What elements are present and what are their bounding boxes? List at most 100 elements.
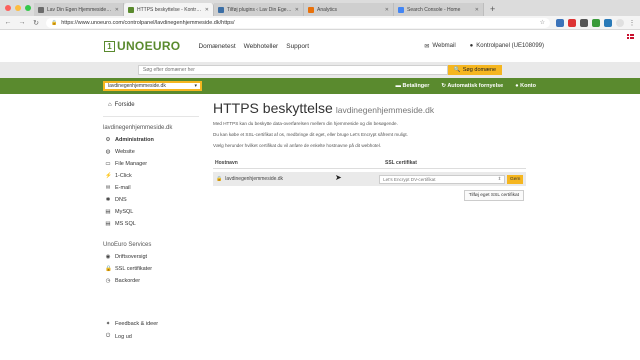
domain-search-input[interactable]: [137, 65, 448, 75]
table-header: Hostnavn SSL certifikat: [213, 158, 526, 169]
close-tab-icon[interactable]: ✕: [115, 7, 119, 13]
sidebar-item-e-mail[interactable]: ✉ E-mail: [103, 182, 203, 194]
content-area: ⌂ Forside lavdinegenhjemmeside.dk ⚙ Admin…: [0, 94, 640, 360]
sidebar-item-mysql[interactable]: ▤ MySQL: [103, 206, 203, 218]
extension-icon[interactable]: [568, 18, 576, 27]
sidebar-item-log-ud[interactable]: ⏻ Log ud: [103, 330, 158, 343]
back-icon[interactable]: ←: [4, 19, 12, 26]
sidebar-item-feedback-ideer[interactable]: ✦ Feedback & ideer: [103, 318, 158, 330]
extension-icon[interactable]: [592, 18, 600, 27]
sidebar: ⌂ Forside lavdinegenhjemmeside.dk ⚙ Admin…: [103, 94, 203, 360]
close-tab-icon[interactable]: ✕: [205, 7, 209, 13]
domain-select-value: lavdinegenhjemmeside.dk: [108, 83, 166, 89]
sidebar-item-forside[interactable]: ⌂ Forside: [103, 98, 199, 117]
tab-title: HTTPS beskyttelse - Kontrolp...: [137, 6, 202, 13]
close-window-button[interactable]: [5, 5, 11, 11]
save-button[interactable]: Gem: [507, 174, 523, 184]
unoeuro-logo[interactable]: 1 UNOEURO: [104, 39, 180, 53]
favicon-icon: [38, 6, 44, 13]
browser-tab[interactable]: Tilføj plugins ‹ Lav Din Egen H... ✕: [214, 3, 304, 16]
webmail-label: Webmail: [432, 43, 456, 49]
sidebar-item-ssl-certifikater[interactable]: 🔒 SSL certifikater: [103, 263, 203, 275]
automatisk-fornyelse-link[interactable]: ↻ Automatisk fornyelse: [441, 83, 503, 89]
sidebar-item-label: Administration: [115, 137, 154, 143]
betalinger-label: Betalinger: [402, 83, 430, 89]
sidebar-item-driftsoversigt[interactable]: ◉ Driftsoversigt: [103, 251, 203, 263]
search-domain-label: Søg domæne: [462, 67, 497, 73]
sidebar-item-label: Forside: [114, 102, 135, 108]
globe-icon: ◍: [105, 149, 111, 155]
konto-link[interactable]: ● Konto: [515, 83, 536, 89]
lock-icon: 🔒: [216, 176, 223, 182]
chevron-down-icon: ▾: [194, 83, 197, 89]
sidebar-item-label: Driftsoversigt: [115, 254, 148, 260]
page-title: HTTPS beskyttelse lavdinegenhjemmeside.dk: [213, 100, 526, 116]
search-domain-button[interactable]: 🔍 Søg domæne: [447, 65, 503, 75]
url-bar[interactable]: 🔒 https://www.unoeuro.com/controlpanel/l…: [46, 17, 550, 28]
url-text[interactable]: https://www.unoeuro.com/controlpanel/lav…: [61, 20, 234, 26]
close-tab-icon[interactable]: ✕: [295, 7, 299, 13]
extension-icon[interactable]: [604, 18, 612, 27]
browser-tab-bar: Lav Din Egen Hjemmeside Mo... ✕ HTTPS besk…: [0, 0, 640, 16]
browser-tab[interactable]: Search Console - Home ✕: [394, 3, 484, 16]
account-bar: lavdinegenhjemmeside.dk ▾ ▬ Betalinger ↻…: [0, 78, 640, 94]
ssl-certificate-select[interactable]: Let's Encrypt DV-certifikat ⇕: [379, 174, 506, 184]
favicon-icon: [218, 6, 224, 13]
page-title-text: HTTPS beskyttelse: [213, 100, 333, 116]
sidebar-item-backorder[interactable]: ◷ Backorder: [103, 275, 203, 287]
forward-icon[interactable]: →: [18, 19, 26, 26]
sidebar-item-label: Log ud: [115, 333, 132, 340]
envelope-icon: ✉: [105, 185, 111, 191]
betalinger-link[interactable]: ▬ Betalinger: [395, 83, 429, 89]
search-icon: 🔍: [453, 67, 461, 73]
add-own-ssl-button[interactable]: Tilføj eget SSL certifikat: [463, 190, 524, 201]
reload-icon[interactable]: ↻: [32, 19, 40, 27]
sidebar-item-label: Website: [115, 149, 135, 155]
extension-icons: ⋮: [556, 18, 636, 27]
sidebar-item-website[interactable]: ◍ Website: [103, 146, 203, 158]
sidebar-item-label: DNS: [115, 197, 127, 203]
profile-avatar[interactable]: [616, 18, 624, 27]
address-bar-row: ← → ↻ 🔒 https://www.unoeuro.com/controlp…: [0, 16, 640, 30]
sidebar-item-administration[interactable]: ⚙ Administration: [103, 134, 203, 146]
main-nav: Domænetest Webhoteller Support: [198, 43, 309, 50]
main-nav-link[interactable]: Support: [286, 43, 309, 50]
maximize-window-button[interactable]: [25, 5, 31, 11]
sidebar-item-ms-sql[interactable]: ▤ MS SQL: [103, 218, 203, 230]
domain-select[interactable]: lavdinegenhjemmeside.dk ▾: [103, 81, 202, 91]
extension-icon[interactable]: [580, 18, 588, 27]
menu-dots-icon[interactable]: ⋮: [628, 19, 636, 27]
favicon-icon: [398, 6, 404, 13]
lightbulb-icon: ✦: [105, 321, 111, 327]
envelope-icon: ✉: [424, 43, 430, 50]
account-nav: ▬ Betalinger ↻ Automatisk fornyelse ● Ko…: [395, 83, 536, 89]
browser-tab[interactable]: Analytics ✕: [304, 3, 394, 16]
new-tab-button[interactable]: +: [484, 3, 501, 16]
column-header-ssl: SSL certifikat: [385, 160, 417, 166]
sidebar-item-file-manager[interactable]: ▭ File Manager: [103, 158, 203, 170]
sidebar-item-dns[interactable]: ✱ DNS: [103, 194, 203, 206]
sidebar-item-label: MySQL: [115, 209, 134, 215]
minimize-window-button[interactable]: [15, 5, 21, 11]
lock-icon: 🔒: [51, 19, 58, 26]
main-panel: HTTPS beskyttelse lavdinegenhjemmeside.dk…: [203, 94, 526, 360]
main-nav-link[interactable]: Webhoteller: [244, 43, 279, 50]
clock-icon: ◷: [105, 278, 111, 284]
danish-flag-icon[interactable]: [627, 34, 634, 39]
favicon-icon: [128, 6, 134, 13]
sidebar-item-1-click[interactable]: ⚡ 1-Click: [103, 170, 203, 182]
sidebar-item-label: Feedback & ideer: [115, 321, 159, 327]
browser-tab[interactable]: Lav Din Egen Hjemmeside Mo... ✕: [34, 3, 124, 16]
bookmark-star-icon[interactable]: ☆: [540, 19, 545, 26]
main-nav-link[interactable]: Domænetest: [198, 43, 235, 50]
extension-icon[interactable]: [556, 18, 564, 27]
hostname-cell: 🔒 lavdinegenhjemmeside.dk: [216, 176, 379, 182]
webmail-link[interactable]: ✉ Webmail: [424, 43, 455, 50]
sidebar-item-label: MS SQL: [115, 221, 136, 227]
tab-title: Search Console - Home: [407, 6, 461, 13]
sidebar-footer: ✦ Feedback & ideer ⏻ Log ud: [103, 318, 158, 343]
close-tab-icon[interactable]: ✕: [385, 7, 389, 13]
browser-tab[interactable]: HTTPS beskyttelse - Kontrolp... ✕: [124, 3, 214, 16]
kontrolpanel-link[interactable]: ● Kontrolpanel (UE108099): [470, 43, 544, 49]
close-tab-icon[interactable]: ✕: [475, 7, 479, 13]
